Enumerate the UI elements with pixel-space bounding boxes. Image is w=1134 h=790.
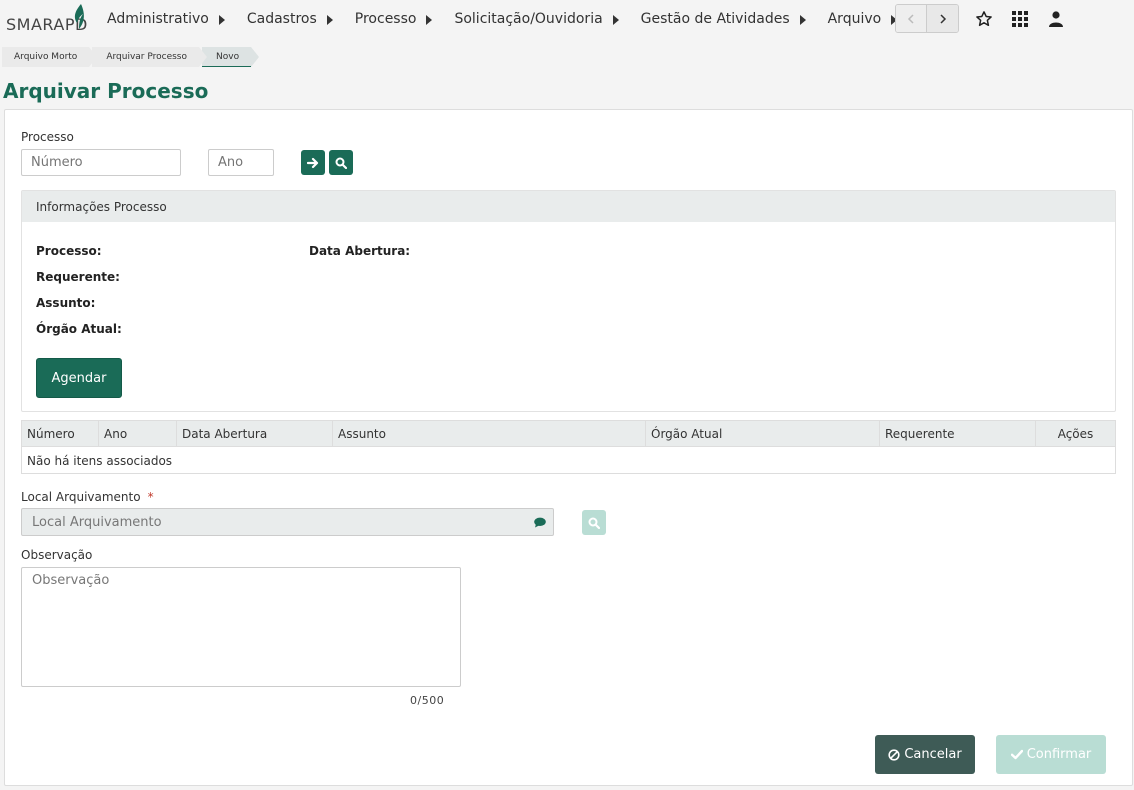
observacao-char-counter: 0/500 <box>410 694 445 707</box>
cancel-button[interactable]: Cancelar <box>875 735 975 774</box>
page-title: Arquivar Processo <box>3 79 209 103</box>
observacao-label: Observação <box>21 548 93 562</box>
col-ano[interactable]: Ano <box>99 421 177 447</box>
top-navbar: SMARAPD Administrativo Cadastros Process… <box>0 0 1134 40</box>
breadcrumb-novo[interactable]: Novo <box>202 47 260 67</box>
menu-cadastros[interactable]: Cadastros <box>247 0 333 38</box>
col-numero[interactable]: Número <box>22 421 99 447</box>
menu-administrativo[interactable]: Administrativo <box>107 0 225 38</box>
chevron-left-icon <box>907 13 914 24</box>
ano-input[interactable] <box>208 149 274 176</box>
apps-button[interactable] <box>1010 9 1030 29</box>
user-menu-button[interactable] <box>1046 9 1066 29</box>
processo-label: Processo <box>21 130 74 144</box>
local-arquivamento-label: Local Arquivamento * <box>21 490 154 504</box>
search-processo-button[interactable] <box>329 150 353 175</box>
col-requerente[interactable]: Requerente <box>880 421 1036 447</box>
table-header: Número Ano Data Abertura Assunto Órgão A… <box>22 421 1115 447</box>
col-assunto[interactable]: Assunto <box>333 421 646 447</box>
go-button[interactable] <box>301 150 325 175</box>
user-icon <box>1049 11 1063 27</box>
confirm-button[interactable]: Confirmar <box>996 735 1106 774</box>
menu-solicitacao-ouvidoria[interactable]: Solicitação/Ouvidoria <box>454 0 619 38</box>
info-requerente-label: Requerente: <box>36 270 120 284</box>
arrow-right-icon <box>307 157 319 168</box>
history-nav <box>895 4 959 33</box>
info-assunto-label: Assunto: <box>36 296 96 310</box>
star-icon <box>976 11 992 27</box>
search-icon <box>335 157 347 169</box>
search-local-button[interactable] <box>582 510 606 535</box>
menu-gestao-atividades[interactable]: Gestão de Atividades <box>641 0 806 38</box>
info-processo-title: Informações Processo <box>22 191 1115 222</box>
table-empty-message: Não há itens associados <box>27 454 173 468</box>
info-data-abertura-label: Data Abertura: <box>309 244 411 258</box>
col-acoes: Ações <box>1057 427 1094 441</box>
form-card: Processo Informações Processo Processo: … <box>4 109 1133 786</box>
smarapd-logo[interactable]: SMARAPD <box>5 3 90 39</box>
favorites-button[interactable] <box>974 9 994 29</box>
comment-icon <box>534 517 546 528</box>
search-icon <box>588 517 600 529</box>
chevron-right-icon <box>939 13 946 24</box>
breadcrumb-arquivo-morto[interactable]: Arquivo Morto <box>2 47 98 67</box>
col-data-abertura[interactable]: Data Abertura <box>177 421 333 447</box>
forward-button[interactable] <box>927 5 958 32</box>
breadcrumb: Arquivo Morto Arquivar Processo Novo <box>2 47 260 67</box>
main-menu: Administrativo Cadastros Processo Solici… <box>107 0 898 40</box>
menu-processo[interactable]: Processo <box>355 0 433 38</box>
observacao-textarea[interactable]: Observação <box>21 567 461 687</box>
info-processo-label: Processo: <box>36 244 102 258</box>
numero-input[interactable] <box>21 149 181 176</box>
grid-icon <box>1012 11 1028 27</box>
check-icon <box>1010 749 1023 760</box>
menu-arquivo[interactable]: Arquivo <box>828 0 898 38</box>
info-orgao-label: Órgão Atual: <box>36 322 122 336</box>
required-marker: * <box>147 490 154 504</box>
back-button[interactable] <box>896 5 928 32</box>
breadcrumb-arquivar-processo[interactable]: Arquivar Processo <box>92 47 207 67</box>
col-orgao-atual[interactable]: Órgão Atual <box>646 421 880 447</box>
ban-icon <box>888 748 900 761</box>
info-processo-panel: Informações Processo Processo: Requerent… <box>21 190 1116 412</box>
processos-table: Número Ano Data Abertura Assunto Órgão A… <box>21 420 1116 474</box>
agendar-button[interactable]: Agendar <box>36 358 122 398</box>
leaf-icon <box>74 4 84 29</box>
local-arquivamento-field[interactable]: Local Arquivamento <box>21 508 554 536</box>
